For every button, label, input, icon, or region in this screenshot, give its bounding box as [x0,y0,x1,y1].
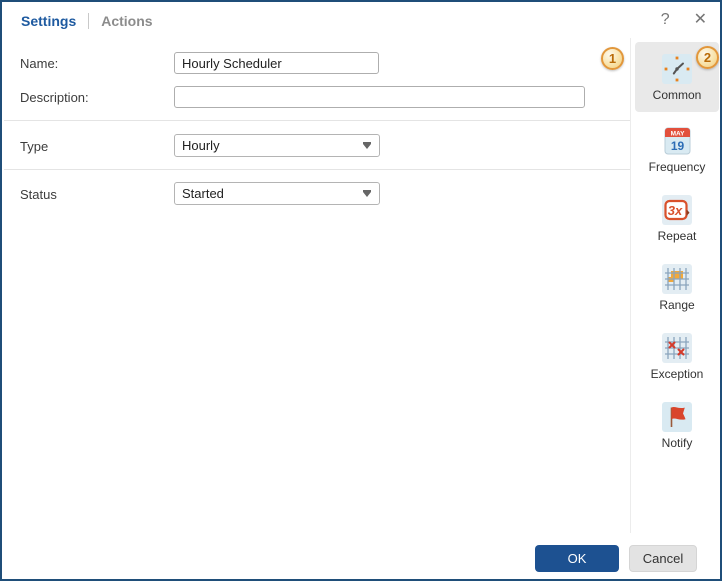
chevron-down-icon [363,142,371,149]
name-input[interactable] [174,52,379,74]
clock-icon [662,54,692,84]
tab-separator [88,13,90,29]
sidebar-item-label: Notify [661,436,693,450]
grid-exception-icon [662,333,692,363]
sidebar-item-label: Exception [650,367,704,381]
description-input[interactable] [174,86,585,108]
type-dropdown[interactable]: Hourly [174,134,380,157]
svg-text:3x: 3x [668,203,683,218]
grid-range-icon [662,264,692,294]
chevron-down-icon [363,190,371,197]
svg-text:19: 19 [670,139,684,153]
scheduler-dialog: Settings Actions ? ✕ Name: Description: … [0,0,722,581]
flag-icon [662,402,692,432]
status-dropdown-value: Started [182,186,224,201]
status-label: Status [20,187,57,202]
separator [4,169,630,170]
separator [4,120,630,121]
sidebar-item-repeat[interactable]: 3x Repeat [635,195,719,243]
sidebar-item-label: Repeat [657,229,697,243]
sidebar-item-notify[interactable]: Notify [635,402,719,450]
ok-button[interactable]: OK [535,545,619,572]
sidebar-item-range[interactable]: Range [635,264,719,312]
status-dropdown[interactable]: Started [174,182,380,205]
type-label: Type [20,139,49,154]
step-2-badge: 2 [696,46,719,69]
sidebar-item-frequency[interactable]: MAY 19 Frequency [635,126,719,174]
sidebar-item-exception[interactable]: Exception [635,333,719,381]
repeat-3x-icon: 3x [662,195,692,225]
type-dropdown-value: Hourly [182,138,220,153]
sidebar-item-label: Frequency [648,160,706,174]
tab-settings[interactable]: Settings [21,13,76,29]
sidebar-item-label: Common [652,88,702,102]
category-sidebar: Common MAY 19 Frequency 3x Repeat Range … [631,2,720,542]
description-label: Description: [20,90,89,105]
sidebar-item-label: Range [659,298,695,312]
tab-actions[interactable]: Actions [101,13,152,29]
cancel-button[interactable]: Cancel [629,545,697,572]
dialog-tabs: Settings Actions [21,13,153,29]
name-label: Name: [20,56,59,71]
svg-text:MAY: MAY [670,131,685,138]
calendar-icon: MAY 19 [664,126,691,156]
step-1-badge: 1 [601,47,624,70]
